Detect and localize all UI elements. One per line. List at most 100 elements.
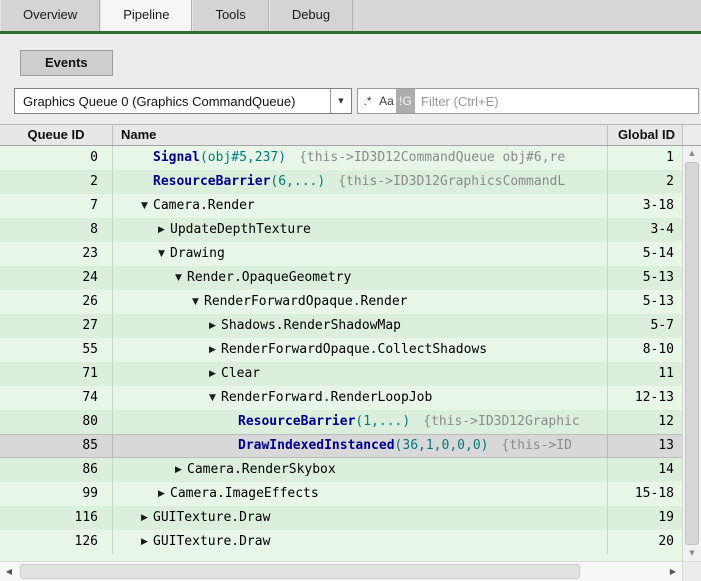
expand-icon[interactable]: ▶ bbox=[136, 530, 153, 554]
vertical-scroll-thumb[interactable] bbox=[685, 162, 699, 545]
marker-label: Render.OpaqueGeometry bbox=[187, 266, 351, 290]
event-row[interactable]: 126▶GUITexture.Draw20 bbox=[0, 530, 682, 554]
event-row[interactable]: 74▼RenderForward.RenderLoopJob12-13 bbox=[0, 386, 682, 410]
global-id-cell: 20 bbox=[608, 530, 682, 554]
collapse-icon[interactable]: ▼ bbox=[187, 290, 204, 314]
event-row[interactable]: 24▼Render.OpaqueGeometry5-13 bbox=[0, 266, 682, 290]
events-toolbar: Graphics Queue 0 (Graphics CommandQueue)… bbox=[14, 88, 699, 114]
queue-id-cell: 26 bbox=[0, 290, 112, 314]
event-row[interactable]: 0Signal(obj#5,237){this->ID3D12CommandQu… bbox=[0, 146, 682, 170]
global-id-cell: 11 bbox=[608, 362, 682, 386]
api-call-params: (1,...) bbox=[355, 410, 410, 434]
event-name-content: ▼RenderForwardOpaque.Render bbox=[113, 290, 408, 314]
expand-icon[interactable]: ▶ bbox=[204, 338, 221, 362]
regex-toggle[interactable]: .* bbox=[358, 89, 377, 113]
event-name-content: ResourceBarrier(6,...){this->ID3D12Graph… bbox=[113, 170, 565, 194]
expand-icon[interactable]: ▶ bbox=[136, 506, 153, 530]
table-header: Queue ID Name Global ID bbox=[0, 124, 701, 146]
scrollbar-corner bbox=[682, 562, 701, 581]
marker-label: RenderForwardOpaque.Render bbox=[204, 290, 408, 314]
scroll-left-button[interactable]: ◀ bbox=[0, 562, 18, 581]
filter-input[interactable] bbox=[415, 89, 698, 113]
queue-id-cell: 71 bbox=[0, 362, 112, 386]
global-id-cell: 8-10 bbox=[608, 338, 682, 362]
event-row[interactable]: 85DrawIndexedInstanced(36,1,0,0,0){this-… bbox=[0, 434, 682, 458]
global-id-cell: 1 bbox=[608, 146, 682, 170]
column-header-global-id[interactable]: Global ID bbox=[608, 125, 682, 145]
column-header-name[interactable]: Name bbox=[112, 125, 608, 145]
event-rows: 0Signal(obj#5,237){this->ID3D12CommandQu… bbox=[0, 146, 682, 561]
event-row[interactable]: 2ResourceBarrier(6,...){this->ID3D12Grap… bbox=[0, 170, 682, 194]
event-row[interactable]: 7▼Camera.Render 3-18 bbox=[0, 194, 682, 218]
event-name-cell: ▶GUITexture.Draw bbox=[112, 506, 608, 530]
expand-icon[interactable]: ▶ bbox=[170, 458, 187, 482]
event-name-content: ▶Camera.RenderSkybox bbox=[113, 458, 336, 482]
window-tabbar: Overview Pipeline Tools Debug bbox=[0, 0, 701, 31]
event-row[interactable]: 55▶RenderForwardOpaque.CollectShadows8-1… bbox=[0, 338, 682, 362]
event-row[interactable]: 86▶Camera.RenderSkybox14 bbox=[0, 458, 682, 482]
tab-pipeline[interactable]: Pipeline bbox=[100, 0, 192, 31]
queue-id-cell: 0 bbox=[0, 146, 112, 170]
match-case-toggle[interactable]: Aa bbox=[377, 89, 396, 113]
marker-label: Camera.ImageEffects bbox=[170, 482, 319, 506]
vertical-scrollbar[interactable]: ▲ ▼ bbox=[682, 146, 701, 561]
queue-dropdown[interactable]: Graphics Queue 0 (Graphics CommandQueue)… bbox=[14, 88, 352, 114]
global-id-cell: 19 bbox=[608, 506, 682, 530]
tab-debug[interactable]: Debug bbox=[269, 0, 353, 31]
collapse-icon[interactable]: ▼ bbox=[204, 386, 221, 410]
event-name-content: ▶Clear bbox=[113, 362, 260, 386]
event-name-cell: ▶Clear bbox=[112, 362, 608, 386]
event-row[interactable]: 8▶UpdateDepthTexture3-4 bbox=[0, 218, 682, 242]
event-name-cell: ResourceBarrier(6,...){this->ID3D12Graph… bbox=[112, 170, 608, 194]
collapse-icon[interactable]: ▼ bbox=[136, 194, 153, 218]
event-row[interactable]: 116▶GUITexture.Draw19 bbox=[0, 506, 682, 530]
event-name-cell: ▶UpdateDepthTexture bbox=[112, 218, 608, 242]
collapse-icon[interactable]: ▼ bbox=[170, 266, 187, 290]
filter-bar: .* Aa !G bbox=[357, 88, 699, 114]
column-header-queue-id[interactable]: Queue ID bbox=[0, 125, 112, 145]
event-name-content: ▶GUITexture.Draw bbox=[113, 530, 270, 554]
event-name-cell: ▼RenderForward.RenderLoopJob bbox=[112, 386, 608, 410]
collapse-icon[interactable]: ▼ bbox=[153, 242, 170, 266]
scroll-down-icon[interactable]: ▼ bbox=[683, 546, 701, 561]
queue-dropdown-button[interactable]: ▼ bbox=[330, 89, 351, 113]
scroll-right-button[interactable]: ▶ bbox=[664, 562, 682, 581]
tab-events[interactable]: Events bbox=[20, 50, 113, 76]
expand-icon[interactable]: ▶ bbox=[204, 314, 221, 338]
event-name-content: ▶UpdateDepthTexture bbox=[113, 218, 311, 242]
marker-label: RenderForwardOpaque.CollectShadows bbox=[221, 338, 487, 362]
expand-icon[interactable]: ▶ bbox=[153, 218, 170, 242]
event-name-content: ▼Camera.Render bbox=[113, 194, 255, 218]
global-id-cell: 3-18 bbox=[608, 194, 682, 218]
horizontal-scroll-thumb[interactable] bbox=[20, 564, 580, 579]
literal-match-toggle[interactable]: !G bbox=[396, 89, 415, 113]
event-row[interactable]: 80ResourceBarrier(1,...){this->ID3D12Gra… bbox=[0, 410, 682, 434]
global-id-cell: 5-7 bbox=[608, 314, 682, 338]
marker-label: Clear bbox=[221, 362, 260, 386]
queue-id-cell: 80 bbox=[0, 410, 112, 434]
queue-dropdown-value: Graphics Queue 0 (Graphics CommandQueue) bbox=[15, 94, 330, 109]
api-call-params: (36,1,0,0,0) bbox=[395, 434, 489, 458]
event-row[interactable]: 27 ▶Shadows.RenderShadowMap 5-7 bbox=[0, 314, 682, 338]
scroll-up-icon[interactable]: ▲ bbox=[683, 146, 701, 161]
expand-icon[interactable]: ▶ bbox=[204, 362, 221, 386]
tab-overview[interactable]: Overview bbox=[0, 0, 100, 31]
event-row[interactable]: 99▶Camera.ImageEffects15-18 bbox=[0, 482, 682, 506]
expand-icon[interactable]: ▶ bbox=[153, 482, 170, 506]
queue-id-cell: 74 bbox=[0, 386, 112, 410]
event-name-content: ▶GUITexture.Draw bbox=[113, 506, 270, 530]
renderdoc-window: { "window": { "tabs": [ {"label": "Overv… bbox=[0, 0, 701, 581]
event-row[interactable]: 26▼RenderForwardOpaque.Render5-13 bbox=[0, 290, 682, 314]
queue-id-cell: 27 bbox=[0, 314, 112, 338]
api-call-context: {this->ID3D12GraphicsCommandL bbox=[325, 170, 565, 194]
horizontal-scroll-track[interactable] bbox=[18, 562, 664, 581]
api-call-name: Signal bbox=[153, 146, 200, 170]
queue-id-cell: 7 bbox=[0, 194, 112, 218]
event-name-content: Signal(obj#5,237){this->ID3D12CommandQue… bbox=[113, 146, 565, 170]
api-call-name: ResourceBarrier bbox=[238, 410, 355, 434]
event-row[interactable]: 23▼Drawing5-14 bbox=[0, 242, 682, 266]
marker-label: Shadows.RenderShadowMap bbox=[221, 314, 401, 338]
tab-tools[interactable]: Tools bbox=[192, 0, 268, 31]
horizontal-scrollbar[interactable]: ◀ ▶ bbox=[0, 561, 701, 581]
event-row[interactable]: 71▶Clear11 bbox=[0, 362, 682, 386]
